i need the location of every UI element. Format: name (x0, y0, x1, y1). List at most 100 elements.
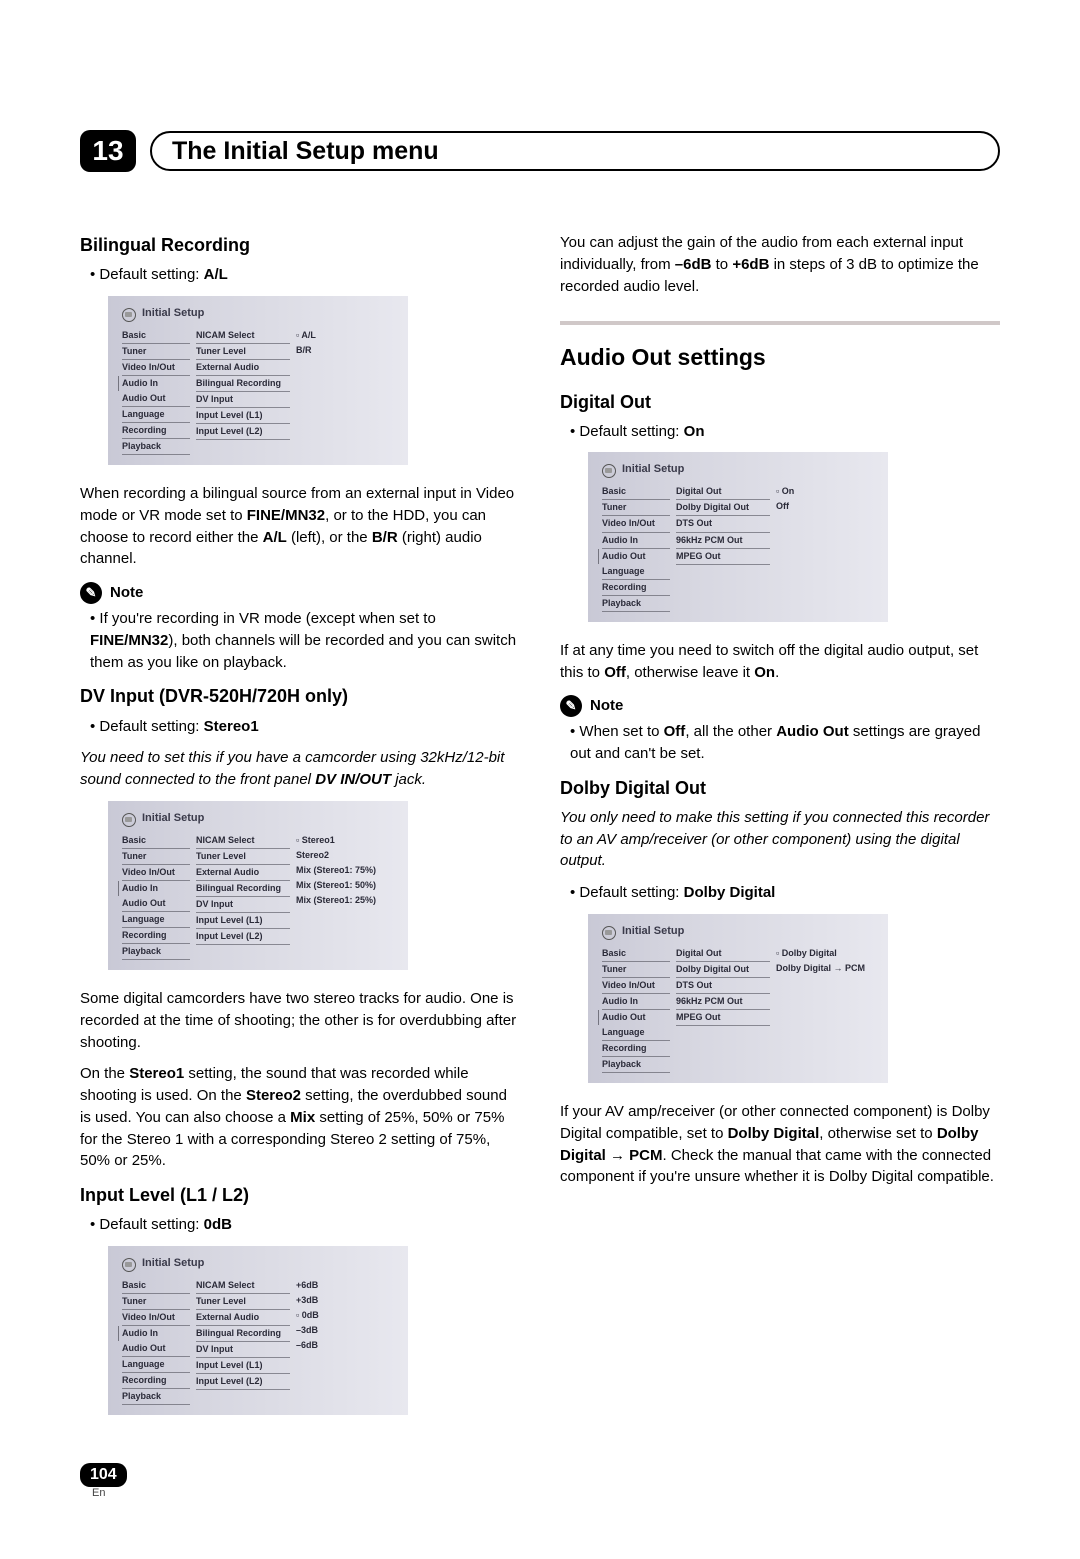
pencil-icon: ✎ (560, 695, 582, 717)
menu-middle: NICAM Select Tuner Level External Audio … (190, 328, 290, 455)
bilingual-body: When recording a bilingual source from a… (80, 483, 520, 570)
list-item: Tuner Level (196, 344, 290, 360)
digitalout-body: If at any time you need to switch off th… (560, 640, 1000, 684)
dolby-heading: Dolby Digital Out (560, 775, 1000, 801)
menu-header-label: Initial Setup (142, 811, 204, 827)
pencil-icon: ✎ (80, 582, 102, 604)
menu-sidebar: Basic Tuner Video In/Out Audio In Audio … (588, 946, 670, 1073)
list-item: Tuner Level (196, 849, 290, 865)
list-item: Digital Out (676, 946, 770, 962)
list-item: Audio In (118, 881, 190, 896)
list-item: Playback (602, 596, 670, 612)
list-item: Video In/Out (122, 1310, 190, 1326)
list-item: Mix (Stereo1: 75%) (296, 863, 376, 878)
note-header: ✎ Note (80, 582, 520, 604)
list-item: Stereo2 (296, 848, 376, 863)
list-item: Tuner (122, 344, 190, 360)
menu-inputlevel: Initial Setup Basic Tuner Video In/Out A… (108, 1246, 408, 1415)
menu-sidebar: Basic Tuner Video In/Out Audio In Audio … (108, 1278, 190, 1405)
list-item: Bilingual Recording (196, 881, 290, 897)
list-item: Recording (122, 928, 190, 944)
disc-icon (602, 464, 616, 476)
dvinput-italic: You need to set this if you have a camco… (80, 747, 520, 791)
chapter-number: 13 (80, 130, 136, 172)
list-item: DTS Out (676, 516, 770, 532)
inputlevel-heading: Input Level (L1 / L2) (80, 1182, 520, 1208)
menu-middle: NICAM Select Tuner Level External Audio … (190, 833, 290, 960)
list-item: Language (122, 912, 190, 928)
bilingual-heading: Bilingual Recording (80, 232, 520, 258)
list-item: Basic (122, 833, 190, 849)
list-item: Language (122, 407, 190, 423)
menu-header-label: Initial Setup (622, 924, 684, 940)
note-header: ✎ Note (560, 695, 1000, 717)
list-item: Audio Out (122, 391, 190, 407)
chapter-title-wrap: The Initial Setup menu (150, 131, 1000, 171)
list-item: B/R (296, 343, 316, 358)
list-item: Tuner (122, 1294, 190, 1310)
menu-options: +6dB +3dB 0dB –3dB –6dB (290, 1278, 319, 1405)
menu-sidebar: Basic Tuner Video In/Out Audio In Audio … (108, 833, 190, 960)
list-item: Input Level (L1) (196, 408, 290, 424)
disc-icon (122, 813, 136, 825)
list-item: Stereo1 (296, 833, 376, 848)
list-item: Mix (Stereo1: 25%) (296, 893, 376, 908)
list-item: Audio Out (598, 1010, 670, 1025)
list-item: Audio In (602, 994, 670, 1010)
menu-header-label: Initial Setup (622, 462, 684, 478)
list-item: MPEG Out (676, 549, 770, 565)
gain-body: You can adjust the gain of the audio fro… (560, 232, 1000, 297)
list-item: Recording (602, 1041, 670, 1057)
list-item: Input Level (L1) (196, 1358, 290, 1374)
menu-header: Initial Setup (588, 924, 888, 946)
list-item: 96kHz PCM Out (676, 533, 770, 549)
list-item: Basic (122, 1278, 190, 1294)
note-label: Note (590, 695, 623, 717)
bilingual-default: Default setting: A/L (80, 264, 520, 286)
list-item: Dolby Digital → PCM (776, 961, 865, 976)
list-item: On (776, 484, 794, 499)
page-number: 104 (80, 1463, 127, 1487)
dolby-italic: You only need to make this setting if yo… (560, 807, 1000, 872)
disc-icon (602, 926, 616, 938)
dvinput-body2: On the Stereo1 setting, the sound that w… (80, 1063, 520, 1172)
list-item: Audio Out (122, 1341, 190, 1357)
default-value: A/L (204, 266, 228, 283)
list-item: Mix (Stereo1: 50%) (296, 878, 376, 893)
list-item: DV Input (196, 392, 290, 408)
menu-dvinput: Initial Setup Basic Tuner Video In/Out A… (108, 801, 408, 970)
list-item: Input Level (L2) (196, 929, 290, 945)
list-item: Digital Out (676, 484, 770, 500)
list-item: Tuner (602, 962, 670, 978)
list-item: NICAM Select (196, 328, 290, 344)
menu-sidebar: Basic Tuner Video In/Out Audio In Audio … (108, 328, 190, 455)
default-label: Default setting: (99, 718, 199, 735)
list-item: External Audio (196, 360, 290, 376)
list-item: NICAM Select (196, 833, 290, 849)
list-item: Language (602, 1025, 670, 1041)
list-item: Language (602, 564, 670, 580)
default-value: Stereo1 (204, 718, 259, 735)
menu-header-label: Initial Setup (142, 1256, 204, 1272)
menu-dolby: Initial Setup Basic Tuner Video In/Out A… (588, 914, 888, 1083)
list-item: Recording (122, 1373, 190, 1389)
default-label: Default setting: (99, 266, 199, 283)
bilingual-note: If you're recording in VR mode (except w… (80, 608, 520, 673)
list-item: External Audio (196, 865, 290, 881)
list-item: A/L (296, 328, 316, 343)
default-label: Default setting: (99, 1216, 199, 1233)
list-item: External Audio (196, 1310, 290, 1326)
list-item: Recording (602, 580, 670, 596)
list-item: Audio Out (598, 549, 670, 564)
audioout-heading: Audio Out settings (560, 341, 1000, 374)
section-rule (560, 321, 1000, 325)
menu-sidebar: Basic Tuner Video In/Out Audio In Audio … (588, 484, 670, 611)
list-item: Video In/Out (122, 865, 190, 881)
list-item: Dolby Digital (776, 946, 865, 961)
digitalout-default: Default setting: On (560, 421, 1000, 443)
list-item: Tuner (122, 849, 190, 865)
list-item: Bilingual Recording (196, 1326, 290, 1342)
list-item: Basic (602, 484, 670, 500)
list-item: Audio In (118, 376, 190, 391)
list-item: 0dB (296, 1308, 319, 1323)
